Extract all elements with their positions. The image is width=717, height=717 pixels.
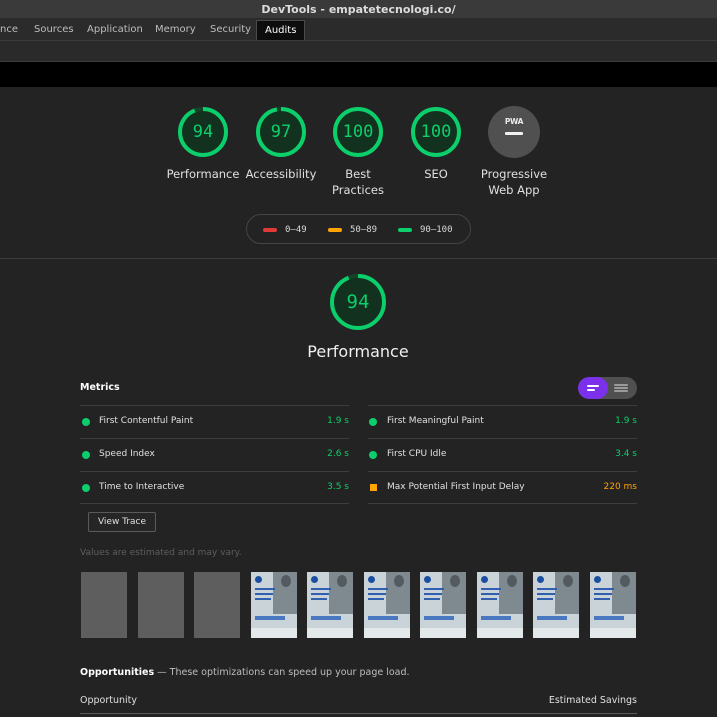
opportunities-columns: Opportunity Estimated Savings — [80, 695, 637, 709]
tab-sources[interactable]: Sources — [26, 20, 82, 40]
opportunities-header: Opportunities — These optimizations can … — [80, 667, 410, 678]
toggle-compact-view[interactable] — [578, 377, 608, 399]
pwa-dash-icon — [505, 132, 523, 135]
section-divider — [0, 258, 717, 259]
metrics-view-toggle[interactable] — [578, 377, 637, 399]
legend-fail-marker — [263, 228, 277, 232]
compact-view-icon — [587, 385, 599, 387]
metrics-right-bottom-border — [368, 503, 637, 504]
view-trace-button[interactable]: View Trace — [88, 512, 156, 532]
average-indicator-icon — [370, 484, 377, 491]
gauge-performance-score: 94 — [192, 122, 214, 142]
metric-value: 220 ms — [603, 482, 638, 492]
best-practices-label-text: Best Practices — [332, 167, 384, 197]
pass-indicator-icon — [369, 451, 377, 459]
window-title-bar: DevTools - empatetecnologi.co/ — [0, 0, 717, 18]
legend-fail: 0–49 — [263, 215, 307, 245]
metric-label: First Meaningful Paint — [387, 416, 484, 426]
legend-pass: 90–100 — [398, 215, 453, 245]
filmstrip-frame — [138, 572, 184, 638]
filmstrip-frame — [420, 572, 466, 638]
filmstrip-frame — [590, 572, 636, 638]
tab-application[interactable]: Application — [79, 20, 151, 40]
estimate-note: Values are estimated and may vary. — [80, 548, 242, 558]
opportunities-title: Opportunities — [80, 667, 155, 678]
filmstrip-frame — [477, 572, 523, 638]
gauge-seo[interactable]: 100 — [410, 106, 462, 158]
metric-label: Max Potential First Input Delay — [387, 482, 525, 492]
gauge-performance[interactable]: 94 — [177, 106, 229, 158]
metric-value: 3.5 s — [327, 482, 349, 492]
legend-average-range: 50–89 — [350, 225, 378, 235]
gauge-best-practices-score: 100 — [342, 122, 374, 142]
pass-indicator-icon — [82, 451, 90, 459]
pass-indicator-icon — [369, 418, 377, 426]
compact-view-icon-line — [587, 389, 595, 391]
legend-average-marker — [328, 228, 342, 232]
column-opportunity: Opportunity — [80, 695, 138, 706]
metrics-left-bottom-border — [80, 503, 349, 504]
metric-max-potential-fid: Max Potential First Input Delay 220 ms — [368, 471, 637, 504]
opportunities-header-border — [80, 713, 637, 714]
metric-speed-index: Speed Index 2.6 s — [80, 438, 349, 471]
gauge-accessibility[interactable]: 97 — [255, 106, 307, 158]
metric-label: Speed Index — [99, 449, 155, 459]
pass-indicator-icon — [82, 484, 90, 492]
metric-label: First CPU Idle — [387, 449, 447, 459]
expanded-view-icon-line — [614, 390, 628, 392]
score-legend: 0–49 50–89 90–100 — [246, 214, 471, 244]
metric-first-meaningful-paint: First Meaningful Paint 1.9 s — [368, 405, 637, 438]
tab-memory[interactable]: Memory — [147, 20, 204, 40]
metric-value: 2.6 s — [327, 449, 349, 459]
metric-first-contentful-paint: First Contentful Paint 1.9 s — [80, 405, 349, 438]
opportunities-description: — These optimizations can speed up your … — [157, 667, 410, 678]
metric-value: 3.4 s — [615, 449, 637, 459]
metric-first-cpu-idle: First CPU Idle 3.4 s — [368, 438, 637, 471]
filmstrip-frame — [81, 572, 127, 638]
window-title: DevTools - empatetecnologi.co/ — [261, 2, 456, 16]
legend-pass-marker — [398, 228, 412, 232]
metrics-heading: Metrics — [80, 382, 120, 393]
legend-fail-range: 0–49 — [285, 225, 307, 235]
gauge-pwa-label: Progressive Web App — [469, 166, 559, 198]
metric-value: 1.9 s — [615, 416, 637, 426]
gauge-seo-score: 100 — [420, 122, 452, 142]
performance-title: Performance — [307, 342, 409, 361]
performance-gauge: 94 — [329, 273, 387, 331]
performance-score: 94 — [346, 291, 370, 313]
gauge-pwa[interactable]: PWA — [488, 106, 540, 158]
filmstrip-frame — [533, 572, 579, 638]
legend-pass-range: 90–100 — [420, 225, 453, 235]
filmstrip-frame — [194, 572, 240, 638]
devtools-tab-bar: nce Sources Application Memory Security … — [0, 18, 717, 41]
report-header-bar — [0, 62, 717, 87]
metric-label: Time to Interactive — [99, 482, 185, 492]
gauge-performance-label: Performance — [166, 167, 240, 181]
tab-audits[interactable]: Audits — [256, 20, 306, 40]
gauge-best-practices-label: Best Practices — [313, 166, 403, 198]
tab-performance[interactable]: nce — [0, 20, 26, 40]
expanded-view-icon[interactable] — [614, 384, 628, 386]
legend-average: 50–89 — [328, 215, 377, 245]
gauge-accessibility-score: 97 — [270, 122, 292, 142]
filmstrip-frame — [251, 572, 297, 638]
gauge-best-practices[interactable]: 100 — [332, 106, 384, 158]
expanded-view-icon-line — [614, 387, 628, 389]
metric-label: First Contentful Paint — [99, 416, 194, 426]
column-estimated-savings: Estimated Savings — [548, 695, 637, 706]
pass-indicator-icon — [82, 418, 90, 426]
pwa-badge-icon: PWA — [504, 117, 524, 126]
filmstrip-frame — [364, 572, 410, 638]
audits-toolbar — [0, 41, 717, 62]
metric-time-to-interactive: Time to Interactive 3.5 s — [80, 471, 349, 504]
pwa-label-text: Progressive Web App — [480, 167, 548, 197]
metric-value: 1.9 s — [327, 416, 349, 426]
tab-security[interactable]: Security — [202, 20, 259, 40]
gauge-seo-label: SEO — [424, 167, 448, 181]
filmstrip-frame — [307, 572, 353, 638]
